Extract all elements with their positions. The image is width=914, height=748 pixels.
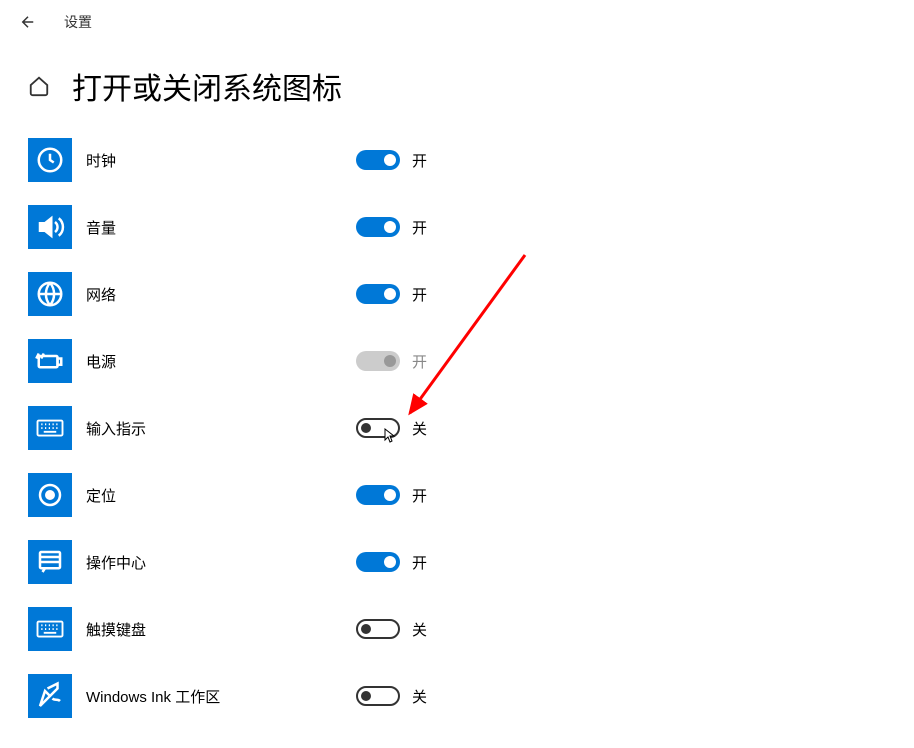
row-windows-ink: Windows Ink 工作区 关 <box>28 674 886 718</box>
toggle-volume[interactable] <box>356 217 400 237</box>
toggle-action-center[interactable] <box>356 552 400 572</box>
network-icon <box>28 272 72 316</box>
row-network: 网络 开 <box>28 272 886 316</box>
toggle-input-indicator[interactable] <box>356 418 400 438</box>
row-label: 时钟 <box>86 150 336 171</box>
settings-list: 时钟 开 音量 开 网络 开 电源 开 <box>0 138 914 718</box>
row-label: Windows Ink 工作区 <box>86 686 336 707</box>
row-label: 输入指示 <box>86 418 336 439</box>
page-title: 打开或关闭系统图标 <box>72 64 342 108</box>
home-button[interactable] <box>28 75 50 97</box>
row-label: 定位 <box>86 485 336 506</box>
toggle-state-label: 关 <box>412 418 427 439</box>
row-label: 操作中心 <box>86 552 336 573</box>
back-button[interactable] <box>16 10 40 34</box>
row-input-indicator: 输入指示 关 <box>28 406 886 450</box>
row-label: 网络 <box>86 284 336 305</box>
toggle-state-label: 开 <box>412 552 427 573</box>
toggle-windows-ink[interactable] <box>356 686 400 706</box>
row-label: 触摸键盘 <box>86 619 336 640</box>
toggle-clock[interactable] <box>356 150 400 170</box>
row-action-center: 操作中心 开 <box>28 540 886 584</box>
row-label: 电源 <box>86 351 336 372</box>
row-clock: 时钟 开 <box>28 138 886 182</box>
clock-icon <box>28 138 72 182</box>
row-location: 定位 开 <box>28 473 886 517</box>
power-icon <box>28 339 72 383</box>
touch-keyboard-icon <box>28 607 72 651</box>
toggle-state-label: 开 <box>412 485 427 506</box>
row-touch-keyboard: 触摸键盘 关 <box>28 607 886 651</box>
toggle-state-label: 开 <box>412 351 427 372</box>
input-indicator-icon <box>28 406 72 450</box>
toggle-touch-keyboard[interactable] <box>356 619 400 639</box>
toggle-state-label: 开 <box>412 150 427 171</box>
row-label: 音量 <box>86 217 336 238</box>
app-label: 设置 <box>64 12 92 32</box>
row-volume: 音量 开 <box>28 205 886 249</box>
toggle-network[interactable] <box>356 284 400 304</box>
toggle-state-label: 关 <box>412 619 427 640</box>
toggle-state-label: 开 <box>412 284 427 305</box>
back-arrow-icon <box>19 13 37 31</box>
toggle-state-label: 关 <box>412 686 427 707</box>
location-icon <box>28 473 72 517</box>
home-icon <box>28 75 50 97</box>
row-power: 电源 开 <box>28 339 886 383</box>
windows-ink-icon <box>28 674 72 718</box>
toggle-location[interactable] <box>356 485 400 505</box>
toggle-state-label: 开 <box>412 217 427 238</box>
action-center-icon <box>28 540 72 584</box>
volume-icon <box>28 205 72 249</box>
toggle-power <box>356 351 400 371</box>
